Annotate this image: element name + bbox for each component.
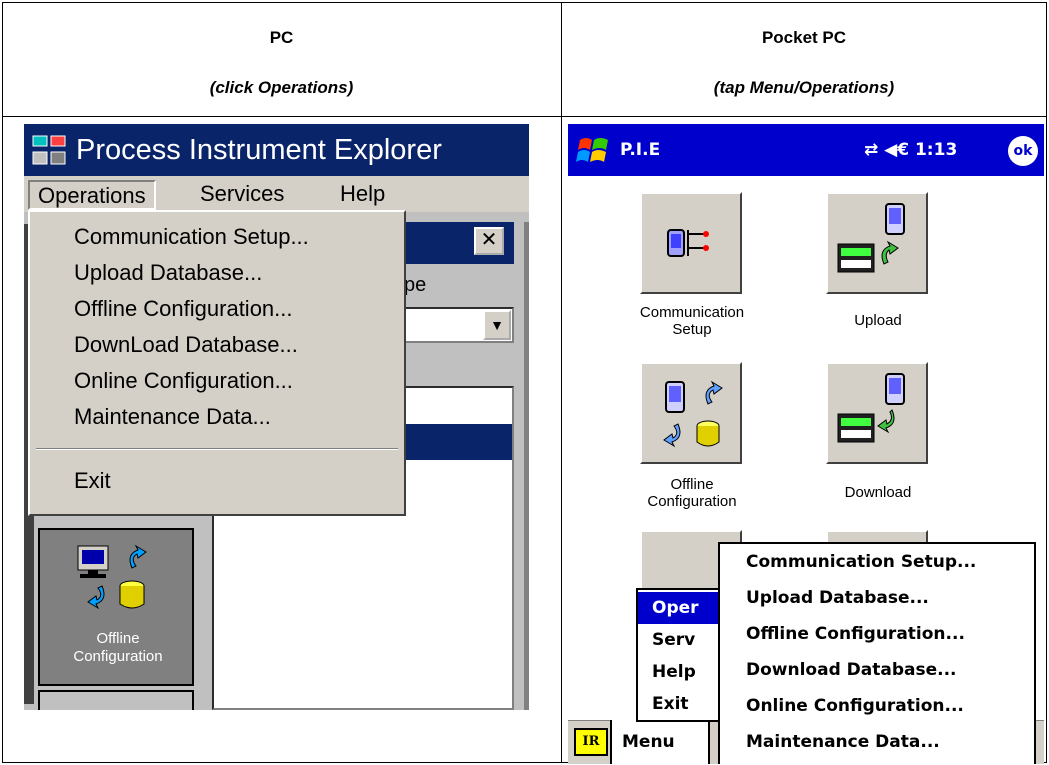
pc-menubar: Operations Services Help [24,176,529,212]
pc-item-upload-database[interactable]: Upload Database... [74,258,262,288]
ppc-screenshot: P.I.E ⇄ ◀€ 1:13 ok Communication Setup U… [568,124,1044,764]
close-icon[interactable]: ✕ [474,227,504,255]
table-border-header [2,116,1047,117]
pc-menu-operations[interactable]: Operations [28,180,156,210]
table-border-top [2,2,1047,3]
pc-item-offline-configuration[interactable]: Offline Configuration... [74,294,293,324]
pc-item-communication-setup[interactable]: Communication Setup... [74,222,309,252]
pc-window-title: Process Instrument Explorer [76,134,442,166]
ppc-status-area[interactable]: ⇄ ◀€ 1:13 [864,124,957,176]
pc-screenshot: Process Instrument Explorer Operations S… [24,124,529,710]
pc-operations-dropdown: Communication Setup... Upload Database..… [28,210,406,516]
pc-background-label: pe [404,274,427,296]
chevron-down-icon[interactable]: ▼ [483,310,511,340]
ppc-subheading: (tap Menu/Operations) [713,78,895,97]
ok-button[interactable]: ok [1008,136,1038,166]
ir-icon[interactable]: IR [574,728,608,756]
table-border-left [2,2,3,763]
pc-next-side-button[interactable] [38,690,194,710]
download-icon [837,373,905,443]
ppc-tile-label-offline: Offline [670,476,714,493]
ppc-menu-button[interactable]: Menu [610,720,710,764]
ppc-tile-label-setup: Setup [672,321,712,338]
communication-setup-icon [667,229,709,257]
ppc-operations-submenu: Communication Setup... Upload Database..… [718,542,1036,764]
pc-menu-help[interactable]: Help [332,180,393,210]
offline-configuration-icon [77,544,147,610]
ppc-app-title: P.I.E [620,140,661,160]
pc-offline-configuration-button[interactable]: Offline Configuration [38,528,194,686]
pc-heading: PC [269,28,294,47]
ppc-item-online-configuration[interactable]: Online Configuration... [746,694,964,718]
ppc-tile-label-upload: Upload [854,312,902,329]
ppc-tile-offline-configuration[interactable] [640,362,742,464]
ppc-titlebar: P.I.E ⇄ ◀€ 1:13 ok [568,124,1044,176]
pc-menu-services[interactable]: Services [192,180,292,210]
upload-icon [837,203,905,273]
ppc-tile-download[interactable] [826,362,928,464]
pc-menu-separator [36,448,398,450]
table-border-right [1046,2,1047,763]
pc-offline-label-line2: Configuration [73,648,163,665]
ppc-tile-communication-setup[interactable] [640,192,742,294]
pc-subheading: (click Operations) [209,78,354,97]
pc-item-online-configuration[interactable]: Online Configuration... [74,366,293,396]
ppc-tile-label-download: Download [844,484,912,501]
app-network-icon [32,135,66,165]
ppc-item-communication-setup[interactable]: Communication Setup... [746,550,976,574]
ppc-item-download-database[interactable]: Download Database... [746,658,957,682]
ppc-heading: Pocket PC [761,28,847,47]
pc-scroll-edge [524,222,529,710]
pc-item-exit[interactable]: Exit [74,466,111,496]
ppc-item-offline-configuration[interactable]: Offline Configuration... [746,622,965,646]
ppc-tile-label-communication: Communication [639,304,745,321]
ppc-item-maintenance-data[interactable]: Maintenance Data... [746,730,940,754]
pc-item-download-database[interactable]: DownLoad Database... [74,330,298,360]
table-border-middle [561,2,562,763]
ppc-tile-upload[interactable] [826,192,928,294]
pc-offline-label-line1: Offline [96,630,140,647]
ppc-item-upload-database[interactable]: Upload Database... [746,586,929,610]
offline-configuration-icon [663,380,723,448]
pc-item-maintenance-data[interactable]: Maintenance Data... [74,402,271,432]
windows-start-icon[interactable] [574,130,614,170]
pc-titlebar: Process Instrument Explorer [24,124,529,176]
ppc-tile-label-configuration: Configuration [647,493,737,510]
